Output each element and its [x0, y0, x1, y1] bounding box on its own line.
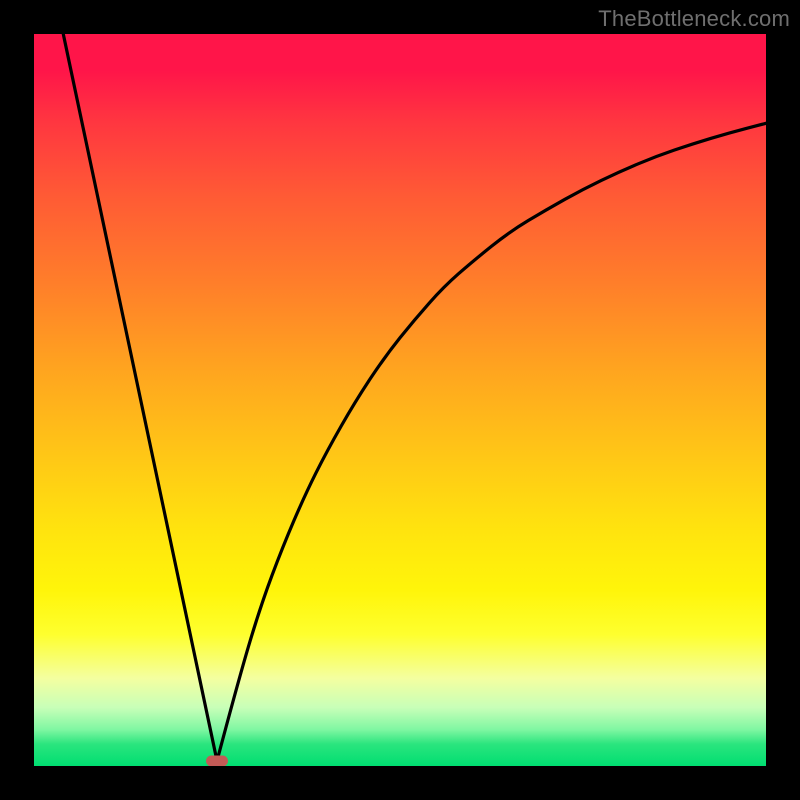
plot-area — [34, 34, 766, 766]
curve-path — [63, 34, 766, 761]
watermark-text: TheBottleneck.com — [598, 6, 790, 32]
chart-stage: TheBottleneck.com — [0, 0, 800, 800]
bottleneck-curve — [34, 34, 766, 766]
minimum-marker — [206, 755, 228, 766]
